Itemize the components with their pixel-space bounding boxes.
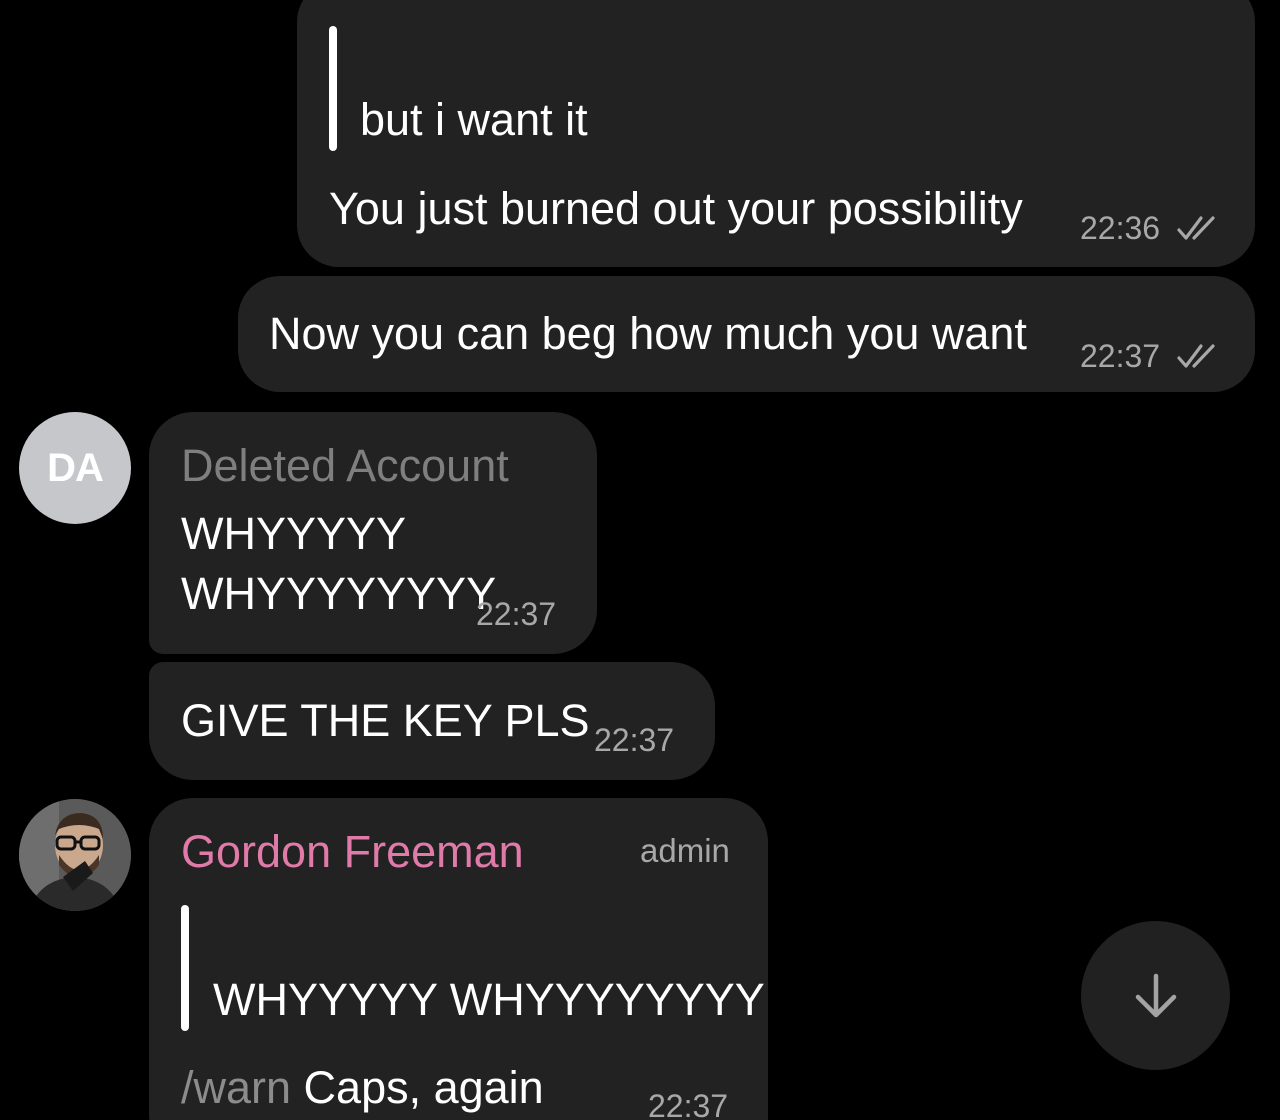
message-text: GIVE THE KEY PLS xyxy=(181,695,590,746)
reply-quote-bar xyxy=(181,905,189,1031)
message-text: /warn Caps, again xyxy=(181,1062,544,1114)
avatar-initials: DA xyxy=(47,445,104,490)
double-check-icon xyxy=(1177,344,1215,368)
reply-quote-text: but i want it xyxy=(360,94,588,145)
arrow-down-icon xyxy=(1135,973,1176,1017)
message-text-line: WHYYYYYYYY xyxy=(181,568,497,619)
chat-view[interactable]: but i want it You just burned out your p… xyxy=(0,0,1280,1120)
message-text: You just burned out your possibility xyxy=(329,183,1023,234)
double-check-icon xyxy=(1177,216,1215,240)
message-time: 22:36 xyxy=(1080,210,1161,246)
admin-badge: admin xyxy=(640,832,730,869)
reply-quote-text: WHYYYYY WHYYYYYYYY xyxy=(213,974,765,1025)
message-text-body: Caps, again xyxy=(291,1062,544,1113)
message-text-line: WHYYYYY xyxy=(181,508,407,559)
profile-photo xyxy=(19,799,131,911)
reply-quote-bar xyxy=(329,26,337,151)
message-time: 22:37 xyxy=(594,722,675,758)
message-bubble-outgoing[interactable]: but i want it You just burned out your p… xyxy=(297,0,1255,267)
message-text: Now you can beg how much you want xyxy=(269,308,1027,359)
message-bubble-incoming[interactable]: Gordon Freeman admin WHYYYYY WHYYYYYYYY … xyxy=(149,798,768,1120)
message-bubble-incoming[interactable]: Deleted Account WHYYYYY WHYYYYYYYY 22:37 xyxy=(149,412,597,654)
message-time: 22:37 xyxy=(648,1088,729,1120)
message-time: 22:37 xyxy=(476,596,557,632)
bot-command-link[interactable]: /warn xyxy=(181,1062,291,1113)
avatar[interactable] xyxy=(19,799,131,911)
sender-name[interactable]: Deleted Account xyxy=(181,440,509,492)
sender-name[interactable]: Gordon Freeman xyxy=(181,826,524,878)
message-time: 22:37 xyxy=(1080,338,1161,374)
avatar[interactable]: DA xyxy=(19,412,131,524)
message-bubble-incoming[interactable]: GIVE THE KEY PLS 22:37 xyxy=(149,662,715,780)
scroll-to-bottom-button[interactable] xyxy=(1081,921,1230,1070)
message-bubble-outgoing[interactable]: Now you can beg how much you want 22:37 xyxy=(238,276,1255,392)
